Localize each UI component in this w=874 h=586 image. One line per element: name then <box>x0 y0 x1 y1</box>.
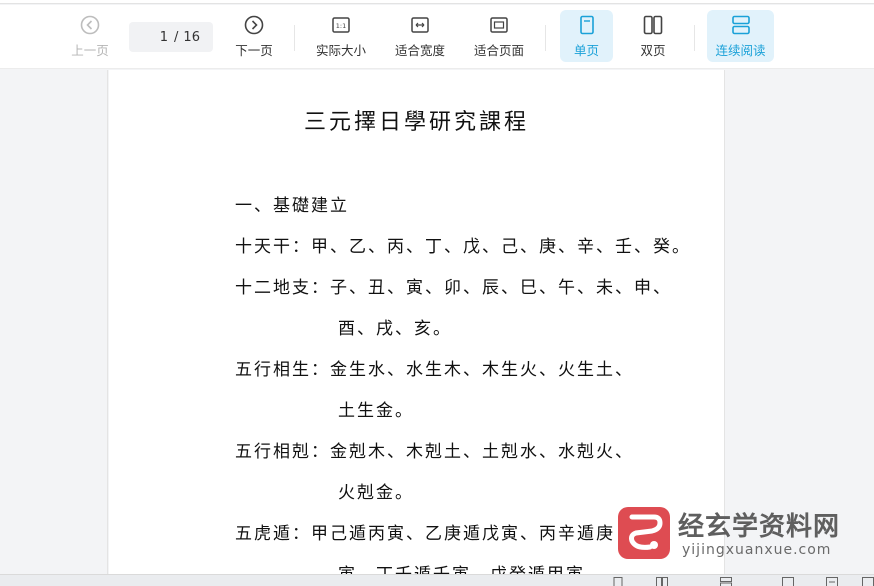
watermark-url: yijingxuanxue.com <box>682 542 832 558</box>
document-line: 十天干：甲、乙、丙、丁、戊、己、庚、辛、壬、癸。 <box>235 237 691 257</box>
site-watermark: 经玄学资料网 yijingxuanxue.com <box>616 502 874 564</box>
document-viewport[interactable]: 三元擇日學研究課程 一、基礎建立 十天干：甲、乙、丙、丁、戊、己、庚、辛、壬、癸… <box>0 70 874 574</box>
toolbar-divider <box>294 25 295 51</box>
prev-page-label: 上一页 <box>71 42 109 58</box>
actual-size-label: 实际大小 <box>315 42 366 58</box>
document-line: 五行相剋：金剋木、木剋土、土剋水、水剋火、 <box>235 442 634 462</box>
double-page-label: 双页 <box>640 42 666 58</box>
continuous-read-button[interactable]: 连续阅读 <box>707 10 774 62</box>
document-line: 五虎遁：甲己遁丙寅、乙庚遁戊寅、丙辛遁庚 <box>235 524 615 544</box>
viewport-left-margin <box>0 70 108 574</box>
continuous-read-label: 连续阅读 <box>715 42 766 58</box>
fit-page-icon[interactable] <box>862 577 874 586</box>
toolbar-divider <box>545 25 546 51</box>
actual-size-icon: 1:1 <box>332 16 350 33</box>
fit-page-label: 适合页面 <box>473 42 524 58</box>
next-page-label: 下一页 <box>235 42 273 58</box>
bottom-status-bar <box>0 574 874 586</box>
reader-toolbar: 上一页 / 16 下一页 1:1 实际大小 适合宽度 适合页面 <box>0 5 874 69</box>
page-total: 16 <box>183 29 200 45</box>
fit-width-button[interactable]: 适合宽度 <box>389 10 451 62</box>
fit-page-button[interactable]: 适合页面 <box>468 10 530 62</box>
document-line: 酉、戌、亥。 <box>338 319 452 339</box>
watermark-title: 经玄学资料网 <box>678 512 841 542</box>
fit-page-icon <box>490 16 508 33</box>
document-line: 土生金。 <box>338 401 414 421</box>
chevron-left-circle-icon <box>80 15 100 34</box>
fit-width-icon[interactable] <box>826 577 838 586</box>
actual-size-button[interactable]: 1:1 实际大小 <box>310 10 372 62</box>
site-logo-icon <box>618 507 670 559</box>
toolbar-divider <box>694 25 695 51</box>
svg-text:1:1: 1:1 <box>336 22 346 30</box>
viewport-right-margin <box>724 70 874 574</box>
page-number-input[interactable] <box>142 29 169 45</box>
single-page-button[interactable]: 单页 <box>560 10 613 62</box>
fit-width-icon <box>411 16 429 33</box>
actual-size-icon[interactable] <box>782 577 794 586</box>
document-line: 寅、丁壬遁壬寅、戊癸遁甲寅。 <box>338 560 604 574</box>
document-line: 一、基礎建立 <box>235 196 349 216</box>
page-separator: / <box>174 29 179 45</box>
double-page-button[interactable]: 双页 <box>627 10 679 62</box>
next-page-button[interactable]: 下一页 <box>230 10 278 62</box>
single-page-icon[interactable] <box>612 577 624 586</box>
document-line: 火剋金。 <box>338 483 414 503</box>
document-line: 五行相生：金生水、水生木、木生火、火生土、 <box>235 360 634 380</box>
continuous-read-icon <box>731 15 750 34</box>
fit-width-label: 适合宽度 <box>394 42 445 58</box>
double-page-icon[interactable] <box>656 577 668 586</box>
double-page-icon <box>643 15 663 34</box>
document-title: 三元擇日學研究課程 <box>303 110 529 135</box>
window-top-edge <box>0 0 874 4</box>
page-indicator: / 16 <box>129 22 213 52</box>
single-page-icon <box>579 15 594 34</box>
single-page-label: 单页 <box>573 42 599 58</box>
chevron-right-circle-icon <box>244 15 264 34</box>
continuous-read-icon[interactable] <box>720 577 732 586</box>
prev-page-button[interactable]: 上一页 <box>66 10 114 62</box>
document-line: 十二地支：子、丑、寅、卯、辰、巳、午、未、申、 <box>235 278 672 298</box>
document-page: 三元擇日學研究課程 一、基礎建立 十天干：甲、乙、丙、丁、戊、己、庚、辛、壬、癸… <box>109 70 724 574</box>
